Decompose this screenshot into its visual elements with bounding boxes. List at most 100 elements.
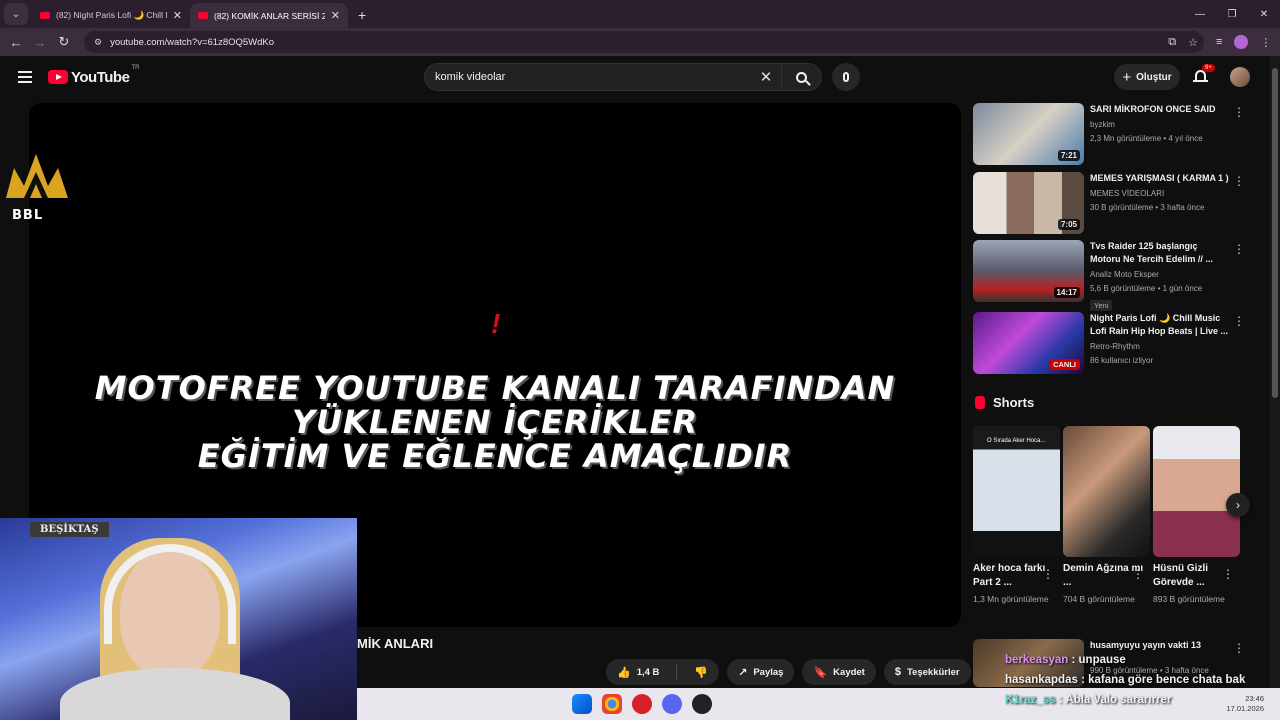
- recommendation-title[interactable]: MEMES YARIŞMASI ( KARMA 1 ): [1090, 172, 1230, 185]
- close-tab-icon[interactable]: ✕: [173, 9, 182, 22]
- browser-menu-icon[interactable]: ⋮: [1260, 36, 1271, 49]
- dislike-button[interactable]: 👎: [683, 659, 719, 685]
- short-item[interactable]: O Sırada Aker Hoca... Aker hoca farkı Pa…: [973, 426, 1060, 606]
- chrome-icon[interactable]: [602, 694, 622, 714]
- channel-name[interactable]: Retro-Rhythm: [1090, 340, 1230, 353]
- recommendation-item[interactable]: 14:17 Tvs Raider 125 başlangıç Motoru Ne…: [973, 240, 1245, 311]
- video-actions: 👍 1,4 B 👎 ↗ Paylaş 🔖 Kaydet $ Teşekkürle…: [606, 659, 1005, 685]
- save-label: Kaydet: [833, 666, 865, 678]
- clear-search-icon[interactable]: ✕: [751, 68, 781, 86]
- more-options-icon[interactable]: ⋮: [1233, 174, 1245, 188]
- voice-search-button[interactable]: [832, 63, 860, 91]
- super-thanks-icon: $: [894, 666, 901, 678]
- short-thumbnail[interactable]: [1153, 426, 1240, 557]
- chat-username: berkeasyan: [1005, 654, 1069, 666]
- shorts-heading: Shorts: [993, 395, 1035, 410]
- app-icon[interactable]: [632, 694, 652, 714]
- address-bar-row: ← → ↻ ⚙ youtube.com/watch?v=61z8OQ5WdKo …: [0, 28, 1280, 56]
- discord-icon[interactable]: [662, 694, 682, 714]
- site-info-icon[interactable]: ⚙: [94, 37, 102, 48]
- short-views: 893 B görüntüleme: [1153, 594, 1225, 604]
- shorts-next-button[interactable]: ›: [1226, 493, 1250, 517]
- bookmark-star-icon[interactable]: ☆: [1188, 36, 1198, 49]
- search-input[interactable]: komik videolar: [435, 71, 751, 83]
- short-thumbnail[interactable]: [1063, 426, 1150, 557]
- logo-text: YouTube: [71, 68, 130, 86]
- url-bar[interactable]: ⚙ youtube.com/watch?v=61z8OQ5WdKo ⧉ ☆: [84, 31, 1204, 53]
- video-thumbnail[interactable]: 14:17: [973, 240, 1084, 302]
- video-thumbnail[interactable]: 7:21: [973, 103, 1084, 165]
- crown-icon: [6, 154, 68, 198]
- browser-tab[interactable]: (82) Night Paris Lofi 🌙 Chill M ✕: [32, 3, 190, 28]
- save-button[interactable]: 🔖 Kaydet: [802, 659, 876, 685]
- reload-icon[interactable]: ↻: [52, 34, 76, 50]
- search-box[interactable]: komik videolar ✕: [424, 63, 822, 91]
- more-options-icon[interactable]: ⋮: [1233, 242, 1245, 256]
- recommendation-title[interactable]: Night Paris Lofi 🌙 Chill Music Lofi Rain…: [1090, 312, 1230, 338]
- watermark-text: BBL: [12, 208, 44, 223]
- share-button[interactable]: ↗ Paylaş: [727, 659, 795, 685]
- short-thumbnail[interactable]: O Sırada Aker Hoca...: [973, 426, 1060, 557]
- short-views: 1,3 Mn görüntüleme: [973, 594, 1049, 604]
- back-icon[interactable]: ←: [4, 35, 28, 50]
- search-icon: [796, 71, 807, 83]
- overlay-line: EĞİTİM VE EĞLENCE AMAÇLIDIR: [197, 437, 793, 475]
- more-options-icon[interactable]: ⋮: [1222, 567, 1234, 581]
- recommendation-item[interactable]: 7:05 MEMES YARIŞMASI ( KARMA 1 ) MEMES V…: [973, 172, 1245, 234]
- close-tab-icon[interactable]: ✕: [331, 9, 340, 22]
- video-title: MİK ANLARI: [357, 636, 434, 651]
- more-options-icon[interactable]: ⋮: [1042, 567, 1054, 581]
- short-item[interactable]: Demin Ağzına mı ... 704 B görüntüleme ⋮: [1063, 426, 1150, 606]
- view-stats: 2,3 Mn görüntüleme • 4 yıl önce: [1090, 134, 1203, 143]
- video-thumbnail[interactable]: CANLI: [973, 312, 1084, 374]
- more-options-icon[interactable]: ⋮: [1233, 105, 1245, 119]
- plus-icon: +: [1122, 68, 1132, 86]
- share-label: Paylaş: [753, 666, 784, 678]
- account-avatar[interactable]: [1230, 67, 1250, 87]
- search-button[interactable]: [781, 64, 821, 90]
- close-window-icon[interactable]: ✕: [1248, 0, 1280, 28]
- new-tab-button[interactable]: +: [358, 7, 366, 23]
- like-button[interactable]: 👍 1,4 B: [606, 659, 670, 685]
- recommendation-title[interactable]: SARI MİKROFON ONCE SAID: [1090, 103, 1230, 116]
- webcam-person-sweater: [60, 668, 290, 720]
- page-scrollbar[interactable]: [1270, 56, 1280, 688]
- cast-icon[interactable]: ⧉: [1168, 36, 1176, 49]
- chat-username: hasankapdas: [1005, 674, 1078, 686]
- scrollbar-thumb[interactable]: [1272, 68, 1278, 398]
- overlay-line: MOTOFREE YOUTUBE KANALI TARAFINDAN: [94, 369, 896, 407]
- recommendation-title[interactable]: Tvs Raider 125 başlangıç Motoru Ne Terci…: [1090, 240, 1230, 266]
- tab-search-button[interactable]: ⌄: [4, 3, 28, 25]
- wall-sign: BEŞİKTAŞ: [30, 522, 109, 537]
- chat-text: Abla Valo sararırrer: [1065, 694, 1172, 706]
- profile-icon[interactable]: [1234, 35, 1249, 49]
- obs-icon[interactable]: [692, 694, 712, 714]
- bell-icon-base: [1193, 80, 1208, 82]
- thanks-button[interactable]: $ Teşekkürler: [883, 659, 971, 685]
- video-thumbnail[interactable]: 7:05: [973, 172, 1084, 234]
- create-button[interactable]: + Oluştur: [1114, 64, 1180, 90]
- more-options-icon[interactable]: ⋮: [1233, 314, 1245, 328]
- menu-icon[interactable]: [18, 71, 32, 83]
- forward-icon[interactable]: →: [28, 35, 52, 50]
- youtube-favicon-icon: [198, 12, 208, 19]
- stream-chat-overlay: berkeasyan : unpause hasankapdas : kafan…: [1005, 650, 1280, 710]
- youtube-logo[interactable]: YouTube TR: [48, 65, 139, 86]
- tab-search-icon[interactable]: ≡: [1216, 36, 1222, 48]
- recommendation-item[interactable]: 7:21 SARI MİKROFON ONCE SAID byzkim 2,3 …: [973, 103, 1245, 165]
- browser-tab-active[interactable]: (82) KOMİK ANLAR SERİSİ 2025 ✕: [190, 3, 348, 28]
- minimize-icon[interactable]: —: [1184, 0, 1216, 28]
- short-item[interactable]: Hüsnü Gizli Görevde ... 893 B görüntülem…: [1153, 426, 1240, 606]
- channel-name[interactable]: Analiz Moto Eksper: [1090, 268, 1230, 281]
- windows-start-icon[interactable]: [572, 694, 592, 714]
- restore-icon[interactable]: ❐: [1216, 0, 1248, 28]
- more-options-icon[interactable]: ⋮: [1132, 567, 1144, 581]
- youtube-header: YouTube TR komik videolar ✕ + Oluştur 9+: [0, 56, 1280, 98]
- youtube-favicon-icon: [40, 12, 50, 19]
- recommendation-item[interactable]: CANLI Night Paris Lofi 🌙 Chill Music Lof…: [973, 312, 1245, 374]
- short-thumbnail-caption: O Sırada Aker Hoca...: [987, 438, 1046, 444]
- notifications-button[interactable]: 9+: [1192, 64, 1215, 86]
- duration-badge: 7:21: [1057, 150, 1080, 161]
- channel-name[interactable]: MEMES VİDEOLARI: [1090, 187, 1230, 200]
- channel-name[interactable]: byzkim: [1090, 118, 1230, 131]
